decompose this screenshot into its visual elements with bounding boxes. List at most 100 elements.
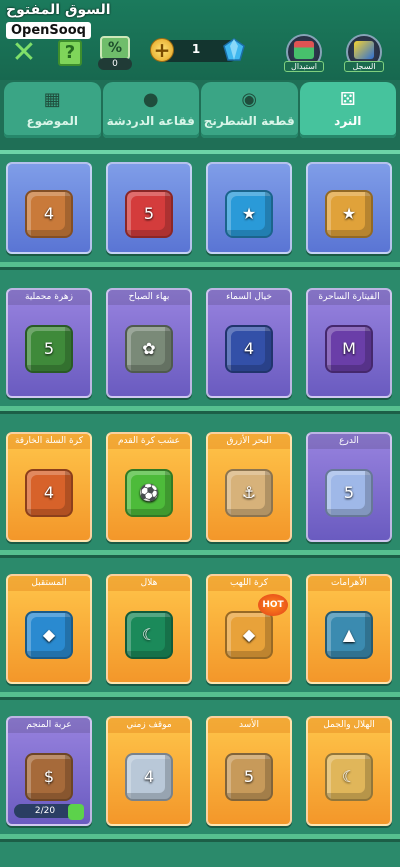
dice-card[interactable]: الدرع 5 [306,432,392,542]
tab-label: الموضوع [26,114,78,128]
dice-card[interactable]: بهاء الصباح ✿ [106,288,192,398]
gem-count: 1 [191,42,201,56]
gem-icon [223,38,245,61]
chat-bubble-icon: ● [142,89,159,110]
dice-face-symbol: ☾ [141,625,157,644]
watermark-arabic: السوق المفتوح [6,2,111,18]
dice-icon: ⚽ [125,469,173,517]
dice-face-symbol: 4 [43,483,55,502]
dice-card[interactable]: الأهرامات ▲ [306,574,392,684]
dice-card[interactable]: موقف زمني 4 [106,716,192,826]
dice-card-title: موقف زمني [108,718,190,733]
dice-card[interactable]: زهرة محملية 5 [6,288,92,398]
shop-icon [294,41,314,59]
dice-card[interactable]: الفيتارة الساحرة M [306,288,392,398]
dice-icon: 5 [125,190,173,238]
dice-card[interactable]: ★ [306,162,392,254]
dice-card[interactable]: الهلال والجمل ☾ [306,716,392,826]
dice-card-title: الأسد [208,718,290,733]
dice-icon: 5 [225,753,273,801]
tab-chess-piece[interactable]: ◉ قطعة الشطرنج [201,82,298,138]
dice-card-title: بهاء الصباح [108,290,190,305]
dice-icon: 5 [325,469,373,517]
theme-grid-icon: ▦ [43,89,61,110]
dice-card[interactable]: كرة السلة الخارقة 4 [6,432,92,542]
dice-face-symbol: 4 [43,204,55,223]
dice-card[interactable]: 5 [106,162,192,254]
dice-card-title: زهرة محملية [8,290,90,305]
discount-count: 0 [98,58,132,70]
tab-label: فقاعة الدردشة [106,114,195,128]
dice-icon: M [325,325,373,373]
exchange-label: استبدال [284,61,324,72]
dice-icon: 4 [25,469,73,517]
dice-card[interactable]: المستقبل ◆ [6,574,92,684]
dice-card-title: كرة اللهب [208,576,290,591]
dice-card-title: الفيتارة الساحرة [308,290,390,305]
shelf-divider [0,406,400,414]
dice-icon: ⚓ [225,469,273,517]
dice-card[interactable]: البحر الأزرق ⚓ [206,432,292,542]
exchange-button[interactable]: استبدال [284,34,324,72]
dice-face-symbol: ★ [341,204,357,223]
tab-theme[interactable]: ▦ الموضوع [4,82,101,138]
dice-icon: ★ [325,190,373,238]
dice-card-title: البحر الأزرق [208,434,290,449]
dice-card[interactable]: كرة اللهب ◆ HOT [206,574,292,684]
dice-card[interactable]: ★ [206,162,292,254]
dice-icon: ☾ [125,611,173,659]
shelf-divider [0,262,400,270]
dice-card-title: المستقبل [8,576,90,591]
dice-card-title: عربة المنجم [8,718,90,733]
history-button[interactable]: السجل [344,34,384,72]
category-tabs: ⚄ النرد ◉ قطعة الشطرنج ● فقاعة الدردشة ▦… [0,82,400,140]
tab-chat-bubble[interactable]: ● فقاعة الدردشة [102,82,199,138]
dice-face-symbol: ▲ [342,625,356,644]
dice-icon: ◆ [225,611,273,659]
dice-card-title: الأهرامات [308,576,390,591]
dice-face-symbol: 5 [43,339,55,358]
dice-face-symbol: 4 [243,339,255,358]
dice-face-symbol: M [342,339,356,358]
discount-icon[interactable]: % [100,36,130,60]
tab-dice[interactable]: ⚄ النرد [299,82,396,138]
help-icon[interactable]: ? [58,40,82,66]
dice-icon: ★ [225,190,273,238]
record-icon [354,41,374,59]
dice-icon: ✿ [125,325,173,373]
dice-card-title: الهلال والجمل [308,718,390,733]
dice-face-symbol: $ [43,767,55,786]
dice-card[interactable]: الأسد 5 [206,716,292,826]
top-bar: السوق المفتوح OpenSooq ✕ ? % 0 + 1 استبد… [0,0,400,80]
dice-card[interactable]: خيال السماء 4 [206,288,292,398]
dice-icon: 4 [125,753,173,801]
dice-icon: ⚄ [339,89,356,110]
close-icon[interactable]: ✕ [10,38,38,68]
dice-face-symbol: 4 [143,767,155,786]
dice-card[interactable]: هلال ☾ [106,574,192,684]
dice-card-title: خيال السماء [208,290,290,305]
dice-face-symbol: ✿ [142,339,156,358]
dice-face-symbol: ⚓ [241,483,257,502]
dice-face-symbol: ★ [241,204,257,223]
dice-card[interactable]: عربة المنجم $2/20 [6,716,92,826]
shelf-divider [0,692,400,700]
chess-piece-icon: ◉ [241,89,258,110]
dice-card[interactable]: عشب كرة القدم ⚽ [106,432,192,542]
tab-label: النرد [334,114,362,128]
dice-card-title: كرة السلة الخارقة [8,434,90,449]
dice-card-title: عشب كرة القدم [108,434,190,449]
add-gems-button[interactable]: + [150,38,174,62]
dice-icon: 4 [225,325,273,373]
dice-icon: $ [25,753,73,801]
dice-face-symbol: ◆ [42,625,56,644]
dice-card[interactable]: 4 [6,162,92,254]
dice-face-symbol: 5 [343,483,355,502]
shelf-divider [0,834,400,842]
shelf-divider [0,550,400,558]
dice-icon: 4 [25,190,73,238]
dice-face-symbol: 5 [143,204,155,223]
puzzle-piece-icon [68,804,84,820]
history-label: السجل [344,61,384,72]
dice-face-symbol: ☾ [341,767,357,786]
